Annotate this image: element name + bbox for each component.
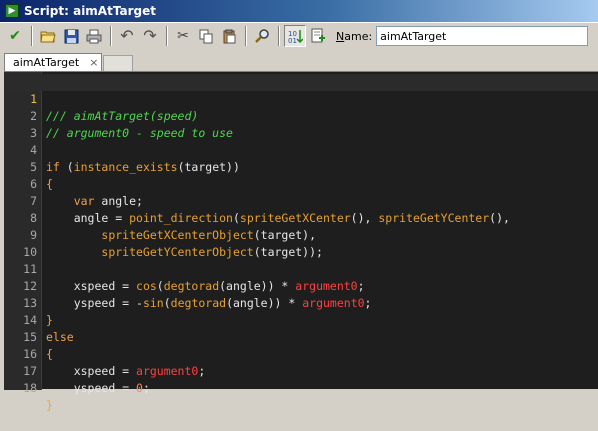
toolbar-separator [278, 26, 280, 46]
printer-icon [86, 29, 102, 43]
copy-button[interactable] [195, 25, 217, 47]
code-line[interactable]: 14 else [4, 295, 598, 344]
toolbar-separator [110, 26, 112, 46]
brace: } [46, 398, 53, 412]
name-field[interactable] [376, 26, 589, 46]
folder-open-icon [40, 31, 56, 43]
tab-empty[interactable] [103, 55, 133, 71]
code-line[interactable]: 3 [4, 108, 598, 140]
sort-icon: 10 01 [288, 30, 303, 44]
document-add-icon [311, 28, 325, 43]
code-line[interactable]: 1 /// aimAtTarget(speed) [4, 74, 598, 123]
code-line[interactable]: 5 { [4, 142, 598, 191]
name-label: Name: [336, 29, 373, 43]
svg-text:01: 01 [288, 37, 297, 44]
print-button[interactable] [83, 25, 105, 47]
close-icon[interactable]: × [89, 56, 98, 69]
code-line[interactable]: 13 } [4, 278, 598, 327]
code-line[interactable]: 17 yspeed = 0; [4, 346, 598, 395]
insert-button[interactable] [307, 25, 329, 47]
window-title: Script: aimAtTarget [24, 4, 156, 18]
undo-icon: ↶ [120, 26, 134, 45]
code-line[interactable]: 8 spriteGetXCenterObject(target), [4, 193, 598, 242]
code-line[interactable]: 7 angle = point_direction(spriteGetXCent… [4, 176, 598, 225]
toolbar: ✔ ↶ ↷ ✂ 10 01 Name: aimAtTarget [0, 22, 598, 49]
title-bar[interactable]: ▶ Script: aimAtTarget [0, 0, 598, 22]
copy-icon [199, 29, 212, 43]
code-line[interactable]: 16 xspeed = argument0; [4, 329, 598, 378]
magnifier-icon [255, 29, 269, 43]
confirm-button[interactable]: ✔ [4, 25, 26, 47]
toolbar-separator [245, 26, 247, 46]
code-line[interactable]: 10 [4, 227, 598, 259]
toolbar-separator [31, 26, 33, 46]
code-line[interactable]: 9 spriteGetYCenterObject(target)); [4, 210, 598, 259]
code-line[interactable]: 12 yspeed = -sin(degtorad(angle)) * argu… [4, 261, 598, 310]
toolbar-separator [166, 26, 168, 46]
save-button[interactable] [60, 25, 82, 47]
tab-label: aimAtTarget [13, 56, 80, 69]
tab-aimattarget[interactable]: aimAtTarget × [4, 53, 102, 71]
clipboard-icon [223, 29, 235, 43]
code-line[interactable]: 6 var angle; [4, 159, 598, 208]
redo-icon: ↷ [143, 26, 157, 45]
code-line[interactable]: 11 xspeed = cos(degtorad(angle)) * argum… [4, 244, 598, 293]
checkmark-icon: ✔ [9, 28, 21, 44]
code-line[interactable]: 2 // argument0 - speed to use [4, 91, 598, 140]
tab-strip: aimAtTarget × [0, 51, 598, 71]
code-text: ; [142, 381, 150, 395]
find-button[interactable] [251, 25, 273, 47]
code-line[interactable]: 18 } [4, 363, 598, 412]
code-line[interactable]: 15 { [4, 312, 598, 361]
cut-button[interactable]: ✂ [172, 25, 194, 47]
sort-button[interactable]: 10 01 [284, 25, 306, 47]
code-line[interactable]: 4 if (instance_exists(target)) [4, 125, 598, 174]
script-icon: ▶ [5, 4, 19, 18]
paste-button[interactable] [218, 25, 240, 47]
undo-button[interactable]: ↶ [116, 25, 138, 47]
redo-button[interactable]: ↷ [139, 25, 161, 47]
scissors-icon: ✂ [177, 28, 189, 44]
code-text: yspeed = [73, 381, 137, 395]
floppy-disk-icon [64, 29, 78, 43]
number-literal: 0 [136, 381, 143, 395]
code-editor[interactable]: 1 /// aimAtTarget(speed) 2 // argument0 … [4, 71, 598, 412]
open-button[interactable] [37, 25, 59, 47]
